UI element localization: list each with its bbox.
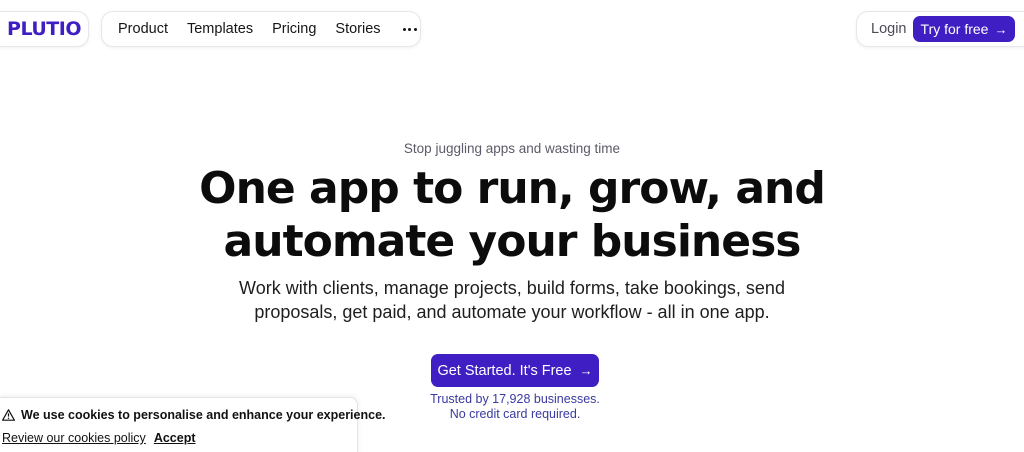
cookie-message-row: We use cookies to personalise and enhanc… <box>2 408 386 422</box>
main-nav: Product Templates Pricing Stories <box>101 11 421 47</box>
cookie-message: We use cookies to personalise and enhanc… <box>21 408 386 422</box>
hero-tagline: Stop juggling apps and wasting time <box>403 141 621 156</box>
get-started-label: Get Started. It's Free <box>437 362 572 379</box>
nav-item-stories[interactable]: Stories <box>335 21 380 37</box>
auth-actions: Login Try for free → <box>856 11 1024 47</box>
cookie-banner: We use cookies to personalise and enhanc… <box>0 397 386 452</box>
hero-headline: One app to run, grow, and automate your … <box>0 162 1024 268</box>
logo-container[interactable]: PLUTIO <box>0 11 89 47</box>
get-started-button[interactable]: Get Started. It's Free → <box>431 354 599 387</box>
cookie-actions: Review our cookies policy Accept <box>2 431 196 445</box>
nav-item-pricing[interactable]: Pricing <box>272 21 316 37</box>
try-for-free-button[interactable]: Try for free → <box>913 16 1015 42</box>
hero-subtext-line-2: proposals, get paid, and automate your w… <box>254 302 770 322</box>
try-for-free-label: Try for free <box>920 21 989 37</box>
page: PLUTIO Product Templates Pricing Stories… <box>0 0 1024 452</box>
arrow-right-icon: → <box>994 21 1008 37</box>
plutio-logo[interactable]: PLUTIO <box>7 18 81 40</box>
arrow-right-icon: → <box>579 363 593 378</box>
nav-item-templates[interactable]: Templates <box>187 21 253 37</box>
warning-icon <box>2 409 15 421</box>
cookie-accept-button[interactable]: Accept <box>154 431 196 445</box>
more-menu-ellipsis-icon[interactable] <box>401 19 419 39</box>
cookie-policy-link[interactable]: Review our cookies policy <box>2 431 146 445</box>
nav-item-product[interactable]: Product <box>118 21 168 37</box>
hero-subtext: Work with clients, manage projects, buil… <box>0 276 1024 324</box>
hero-subtext-line-1: Work with clients, manage projects, buil… <box>239 278 785 298</box>
hero-headline-line-2: automate your business <box>223 216 802 267</box>
login-link[interactable]: Login <box>871 21 906 37</box>
hero-headline-line-1: One app to run, grow, and <box>199 163 826 214</box>
